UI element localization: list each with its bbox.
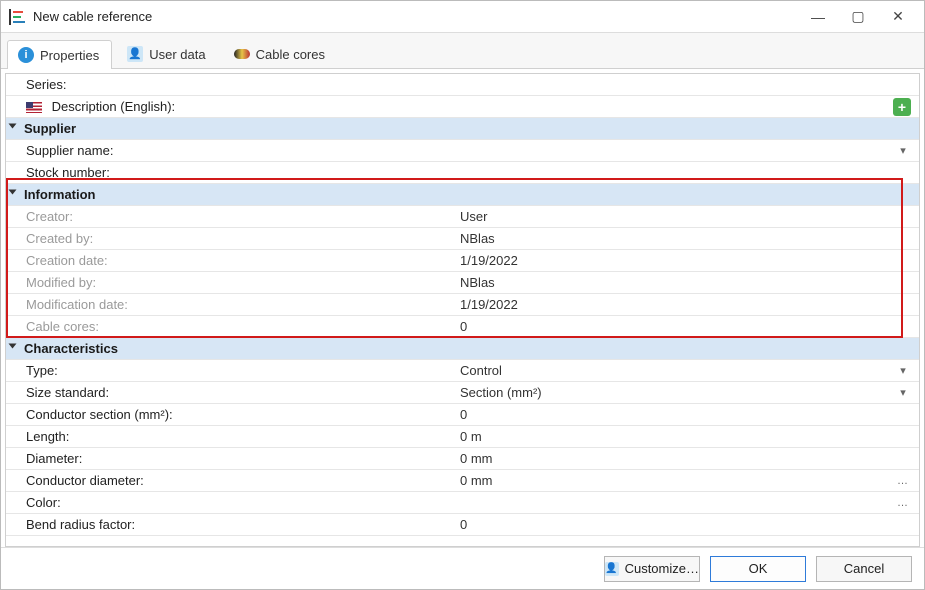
row-type[interactable]: Type: Control ▾ — [6, 360, 919, 382]
row-series[interactable]: Series: — [6, 74, 919, 96]
tab-user-data[interactable]: 👤 User data — [116, 39, 218, 68]
row-conductor-diameter[interactable]: Conductor diameter: 0 mm … — [6, 470, 919, 492]
row-creator: Creator: User — [6, 206, 919, 228]
dropdown-icon[interactable]: ▾ — [893, 364, 913, 377]
cancel-button[interactable]: Cancel — [816, 556, 912, 582]
value-conductor-section[interactable]: 0 — [456, 407, 893, 422]
tab-label: Properties — [40, 48, 99, 63]
label-color: Color: — [26, 495, 456, 510]
label-bend-radius: Bend radius factor: — [26, 517, 456, 532]
customize-button[interactable]: 👤 Customize… — [604, 556, 700, 582]
row-supplier-name[interactable]: Supplier name: ▾ — [6, 140, 919, 162]
add-description-button[interactable]: + — [893, 98, 911, 116]
row-size-standard[interactable]: Size standard: Section (mm²) ▾ — [6, 382, 919, 404]
row-diameter[interactable]: Diameter: 0 mm — [6, 448, 919, 470]
value-modification-date: 1/19/2022 — [456, 297, 893, 312]
label-description: Description (English): — [52, 99, 176, 114]
minimize-button[interactable]: — — [798, 3, 838, 31]
maximize-button[interactable]: ▢ — [838, 3, 878, 31]
group-label-information: Information — [12, 187, 442, 202]
label-supplier-name: Supplier name: — [26, 143, 456, 158]
window-title: New cable reference — [33, 9, 798, 24]
cancel-label: Cancel — [844, 561, 884, 576]
label-length: Length: — [26, 429, 456, 444]
tab-properties[interactable]: i Properties — [7, 40, 112, 69]
cable-cores-icon — [234, 49, 250, 59]
flag-us-icon — [26, 102, 42, 113]
dialog-window: New cable reference — ▢ ✕ i Properties 👤… — [0, 0, 925, 590]
tab-bar: i Properties 👤 User data Cable cores — [1, 33, 924, 69]
tab-label: Cable cores — [256, 47, 325, 62]
label-modification-date: Modification date: — [26, 297, 456, 312]
ok-button[interactable]: OK — [710, 556, 806, 582]
ok-label: OK — [749, 561, 768, 576]
close-button[interactable]: ✕ — [878, 3, 918, 31]
group-label-characteristics: Characteristics — [12, 341, 442, 356]
label-diameter: Diameter: — [26, 451, 456, 466]
row-description[interactable]: Description (English): + — [6, 96, 919, 118]
row-bend-radius[interactable]: Bend radius factor: 0 — [6, 514, 919, 536]
value-creation-date: 1/19/2022 — [456, 253, 893, 268]
row-creation-date: Creation date: 1/19/2022 — [6, 250, 919, 272]
property-grid[interactable]: Series: Description (English): + Supplie… — [6, 74, 919, 546]
label-conductor-diameter: Conductor diameter: — [26, 473, 456, 488]
row-conductor-section[interactable]: Conductor section (mm²): 0 — [6, 404, 919, 426]
label-type: Type: — [26, 363, 456, 378]
user-icon: 👤 — [605, 562, 619, 576]
app-icon — [9, 9, 25, 25]
value-cable-cores: 0 — [456, 319, 893, 334]
label-stock-number: Stock number: — [26, 165, 456, 180]
label-creator: Creator: — [26, 209, 456, 224]
info-icon: i — [18, 47, 34, 63]
value-bend-radius[interactable]: 0 — [456, 517, 893, 532]
row-length[interactable]: Length: 0 m — [6, 426, 919, 448]
value-diameter[interactable]: 0 mm — [456, 451, 893, 466]
label-creation-date: Creation date: — [26, 253, 456, 268]
tab-label: User data — [149, 47, 205, 62]
label-size-standard: Size standard: — [26, 385, 456, 400]
collapse-caret-icon — [9, 190, 17, 195]
dialog-footer: 👤 Customize… OK Cancel — [1, 547, 924, 589]
collapse-caret-icon — [9, 124, 17, 129]
group-information[interactable]: Information — [6, 184, 919, 206]
group-characteristics[interactable]: Characteristics — [6, 338, 919, 360]
group-supplier[interactable]: Supplier — [6, 118, 919, 140]
collapse-caret-icon — [9, 344, 17, 349]
row-modified-by: Modified by: NBlas — [6, 272, 919, 294]
group-label-supplier: Supplier — [12, 121, 442, 136]
label-series: Series: — [26, 77, 456, 92]
row-color[interactable]: Color: … — [6, 492, 919, 514]
value-creator: User — [456, 209, 893, 224]
label-conductor-section: Conductor section (mm²): — [26, 407, 456, 422]
value-size-standard[interactable]: Section (mm²) — [456, 385, 893, 400]
row-stock-number[interactable]: Stock number: — [6, 162, 919, 184]
label-modified-by: Modified by: — [26, 275, 456, 290]
more-button[interactable]: … — [893, 497, 913, 509]
more-button[interactable]: … — [893, 475, 913, 487]
user-icon: 👤 — [127, 46, 143, 62]
row-modification-date: Modification date: 1/19/2022 — [6, 294, 919, 316]
dropdown-icon[interactable]: ▾ — [893, 386, 913, 399]
label-created-by: Created by: — [26, 231, 456, 246]
titlebar: New cable reference — ▢ ✕ — [1, 1, 924, 33]
dropdown-icon[interactable]: ▾ — [893, 144, 913, 157]
value-conductor-diameter[interactable]: 0 mm — [456, 473, 893, 488]
tab-cable-cores[interactable]: Cable cores — [223, 39, 338, 68]
row-created-by: Created by: NBlas — [6, 228, 919, 250]
label-cable-cores: Cable cores: — [26, 319, 456, 334]
value-type[interactable]: Control — [456, 363, 893, 378]
value-modified-by: NBlas — [456, 275, 893, 290]
customize-label: Customize… — [625, 561, 699, 576]
value-created-by: NBlas — [456, 231, 893, 246]
value-length[interactable]: 0 m — [456, 429, 893, 444]
row-cable-cores: Cable cores: 0 — [6, 316, 919, 338]
